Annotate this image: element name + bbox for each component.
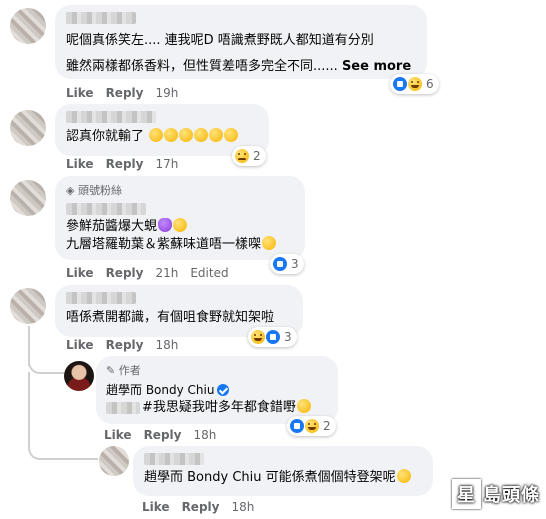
reaction-count: 2 <box>253 149 261 163</box>
commenter-name[interactable] <box>66 292 136 304</box>
commenter-avatar[interactable] <box>10 180 46 216</box>
comment-actions: Like Reply 17h <box>66 157 190 171</box>
commenter-avatar[interactable] <box>10 288 46 324</box>
see-more-link[interactable]: See more <box>342 59 411 74</box>
mentioned-name[interactable] <box>106 402 140 414</box>
reaction-summary[interactable]: 6 <box>390 74 439 94</box>
like-button[interactable]: Like <box>104 428 132 442</box>
grin-emoji-icon <box>209 128 224 142</box>
pencil-icon: ✎ <box>106 364 116 377</box>
commenter-name[interactable] <box>66 12 136 24</box>
reaction-count: 3 <box>291 257 299 271</box>
commenter-avatar[interactable] <box>99 446 129 476</box>
verified-badge-icon <box>217 384 230 396</box>
reply-button[interactable]: Reply <box>106 338 144 352</box>
diamond-icon: ◈ <box>66 184 75 197</box>
like-button[interactable]: Like <box>66 157 94 171</box>
thread-line <box>28 372 30 442</box>
timestamp[interactable]: 21h <box>155 266 178 280</box>
commenter-name[interactable] <box>144 453 204 465</box>
watermark-logo: 星島頭條 <box>452 479 540 509</box>
joy-emoji-icon <box>262 236 277 250</box>
grin-emoji-icon <box>224 128 239 142</box>
smile-emoji-icon <box>173 218 188 232</box>
haha-reaction-icon <box>251 330 265 344</box>
thread-connector <box>28 438 98 460</box>
reply-button[interactable]: Reply <box>106 157 144 171</box>
like-button[interactable]: Like <box>142 500 170 514</box>
reply-text: 趙學而 Bondy Chiu 可能係煮個個特登架呢 <box>144 469 411 486</box>
like-reaction-icon <box>290 419 304 433</box>
rofl-emoji-icon <box>164 128 179 142</box>
commenter-name[interactable] <box>66 111 156 123</box>
timestamp[interactable]: 18h <box>193 428 216 442</box>
comment-actions: Like Reply 18h <box>66 338 190 352</box>
comment-actions: Like Reply 21h Edited <box>66 266 241 280</box>
smile-emoji-icon <box>396 469 411 483</box>
reaction-count: 2 <box>323 419 331 433</box>
rofl-emoji-icon <box>149 128 164 142</box>
joy-emoji-icon <box>179 128 194 142</box>
comment-text-body: 認真你就輸了 <box>66 129 145 144</box>
like-button[interactable]: Like <box>66 86 94 100</box>
reaction-summary[interactable]: 2 <box>232 146 266 166</box>
comment-actions: Like Reply 19h <box>66 86 190 100</box>
comment-text-body: 參鮮茄醬爆大蜆 <box>66 219 158 234</box>
top-fan-badge[interactable]: ◈ 頭號粉絲 <box>66 184 122 198</box>
comment-text: 唔係煮開都識，有個咀食野就知架啦 <box>66 310 275 325</box>
reply-button[interactable]: Reply <box>106 266 144 280</box>
comment-text-line: 雖然兩樣都係香料，但性質差唔多完全不同...... <box>66 59 338 74</box>
purple-devil-emoji-icon <box>158 218 173 232</box>
edited-label[interactable]: Edited <box>190 266 228 280</box>
commenter-avatar[interactable] <box>10 8 46 44</box>
reaction-summary[interactable]: 3 <box>270 254 304 274</box>
haha-reaction-icon <box>408 77 422 91</box>
timestamp[interactable]: 17h <box>155 157 178 171</box>
author-avatar[interactable] <box>64 361 94 391</box>
comment-text-line: 九層塔羅勒葉＆紫蘇味道唔一樣㗎 <box>66 236 277 253</box>
reply-actions: Like Reply 18h <box>142 500 266 514</box>
comment-text-line: 雖然兩樣都係香料，但性質差唔多完全不同...... See more <box>66 58 411 75</box>
haha-reaction-icon <box>305 419 319 433</box>
like-button[interactable]: Like <box>66 266 94 280</box>
like-button[interactable]: Like <box>66 338 94 352</box>
reply-text-body: 趙學而 Bondy Chiu 可能係煮個個特登架呢 <box>144 470 396 485</box>
author-tag-label: 作者 <box>118 364 141 377</box>
reaction-count: 6 <box>426 77 434 91</box>
comment-text: 認真你就輸了 <box>66 128 239 145</box>
author-name[interactable]: 趙學而 Bondy Chiu <box>106 383 214 397</box>
reaction-count: 3 <box>284 330 292 344</box>
like-reaction-icon <box>273 257 287 271</box>
reply-actions: Like Reply 18h <box>104 428 228 442</box>
timestamp[interactable]: 18h <box>231 500 254 514</box>
comment-text-body: 九層塔羅勒葉＆紫蘇味道唔一樣㗎 <box>66 237 262 252</box>
reply-button[interactable]: Reply <box>182 500 220 514</box>
watermark-text: 島頭條 <box>483 485 540 506</box>
top-fan-label: 頭號粉絲 <box>77 184 122 197</box>
rofl-emoji-icon <box>296 399 311 413</box>
joy-emoji-icon <box>194 128 209 142</box>
watermark-box: 星 <box>452 479 481 509</box>
commenter-name[interactable] <box>66 203 146 215</box>
thread-connector <box>28 352 64 374</box>
timestamp[interactable]: 18h <box>155 338 178 352</box>
reaction-summary[interactable]: 3 <box>248 327 297 347</box>
timestamp[interactable]: 19h <box>155 86 178 100</box>
reply-author-name[interactable]: 趙學而 Bondy Chiu <box>106 382 230 399</box>
reply-text: #我思疑我咁多年都食錯嘢 <box>142 399 311 416</box>
reply-button[interactable]: Reply <box>106 86 144 100</box>
comment-text-line: 參鮮茄醬爆大蜆 <box>66 218 188 235</box>
like-reaction-icon <box>393 77 407 91</box>
commenter-avatar[interactable] <box>10 110 46 146</box>
sad-reaction-icon <box>235 149 249 163</box>
comment-text-line: 呢個真係笑左.... 連我呢D 唔識煮野既人都知道有分別 <box>66 33 374 48</box>
reply-text-body: #我思疑我咁多年都食錯嘢 <box>142 400 296 415</box>
like-reaction-icon <box>266 330 280 344</box>
reaction-summary[interactable]: 2 <box>287 416 336 436</box>
reply-button[interactable]: Reply <box>144 428 182 442</box>
author-tag[interactable]: ✎ 作者 <box>106 364 141 378</box>
